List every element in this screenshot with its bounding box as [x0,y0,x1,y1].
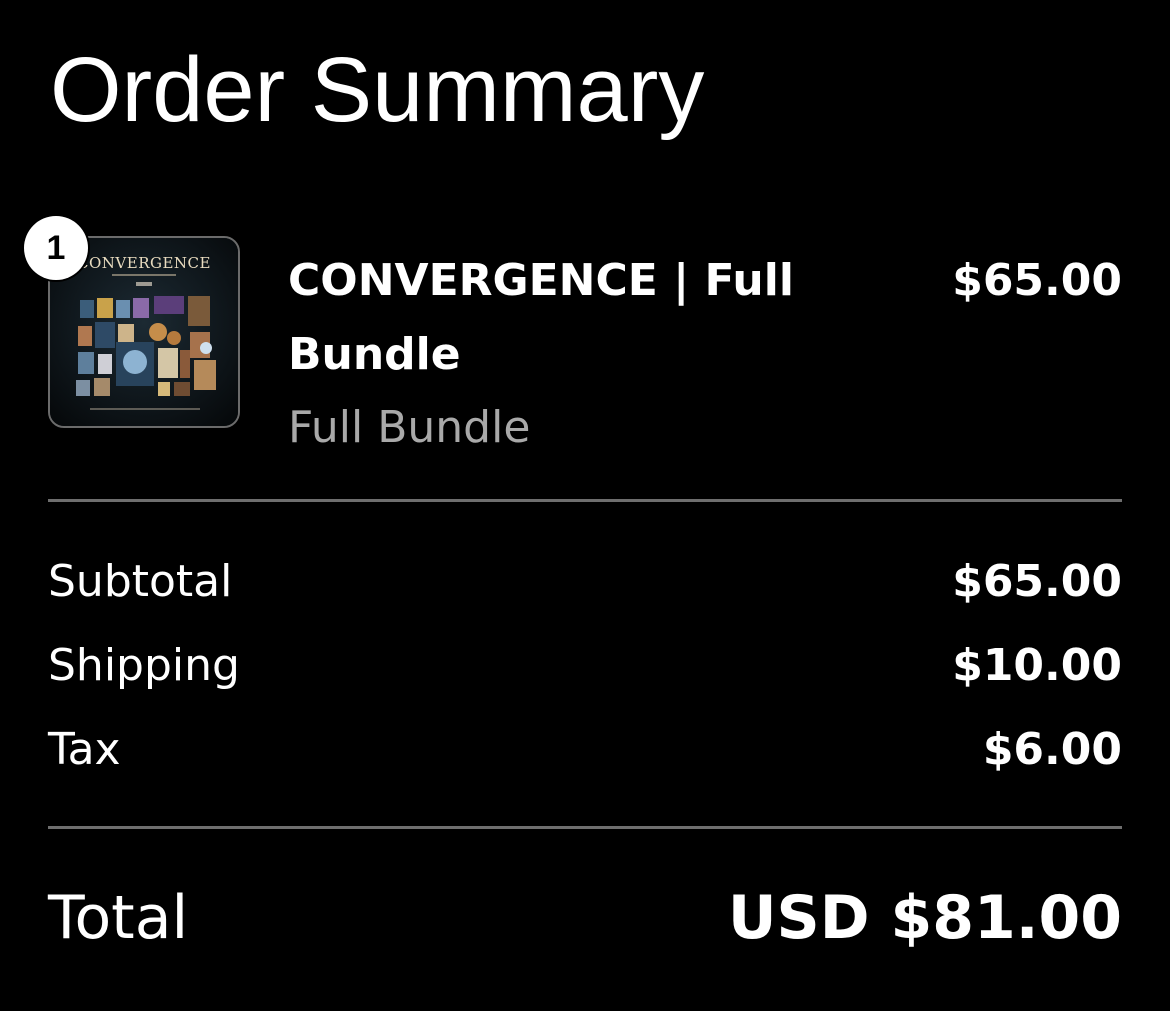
tax-value: $6.00 [982,724,1122,775]
subtotal-row: Subtotal $65.00 [48,552,1122,612]
divider [48,826,1122,829]
item-price: $65.00 [952,255,1122,306]
item-name: CONVERGENCE | Full Bundle [288,255,794,380]
item-variant: Full Bundle [288,402,531,453]
thumbnail-caption: CONVERGENCE [77,254,211,272]
shipping-row: Shipping $10.00 [48,636,1122,696]
subtotal-value: $65.00 [952,556,1122,607]
tax-label: Tax [48,724,121,775]
divider [48,499,1122,502]
subtotal-label: Subtotal [48,556,233,607]
total-row: Total USD $81.00 [48,880,1122,956]
quantity-badge: 1 [24,216,88,280]
product-thumbnail-wrapper: CONVERGENCE 1 [24,216,240,428]
shipping-value: $10.00 [952,640,1122,691]
line-item: CONVERGENCE 1 CONVERGENCE | Full Bundle … [24,216,1122,456]
tax-row: Tax $6.00 [48,720,1122,780]
total-label: Total [48,883,189,953]
total-value: USD $81.00 [727,883,1122,953]
item-info: CONVERGENCE | Full Bundle Full Bundle [288,244,808,464]
shipping-label: Shipping [48,640,240,691]
page-title: Order Summary [50,39,705,141]
